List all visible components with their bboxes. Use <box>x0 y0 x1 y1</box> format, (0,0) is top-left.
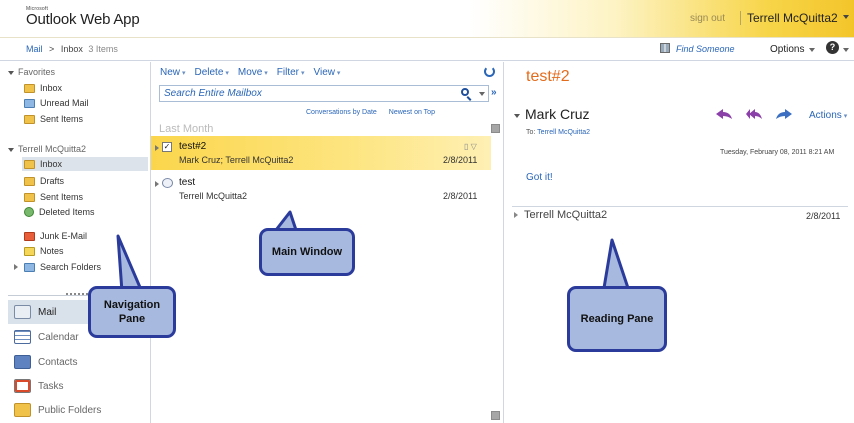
callout-pointers <box>116 210 630 294</box>
main-window-callout: Main Window <box>259 228 355 276</box>
reading-pane-callout: Reading Pane <box>567 286 667 352</box>
navigation-callout-pointer <box>116 234 144 294</box>
navigation-pane-callout: Navigation Pane <box>88 286 176 338</box>
reading-callout-pointer <box>602 238 630 290</box>
